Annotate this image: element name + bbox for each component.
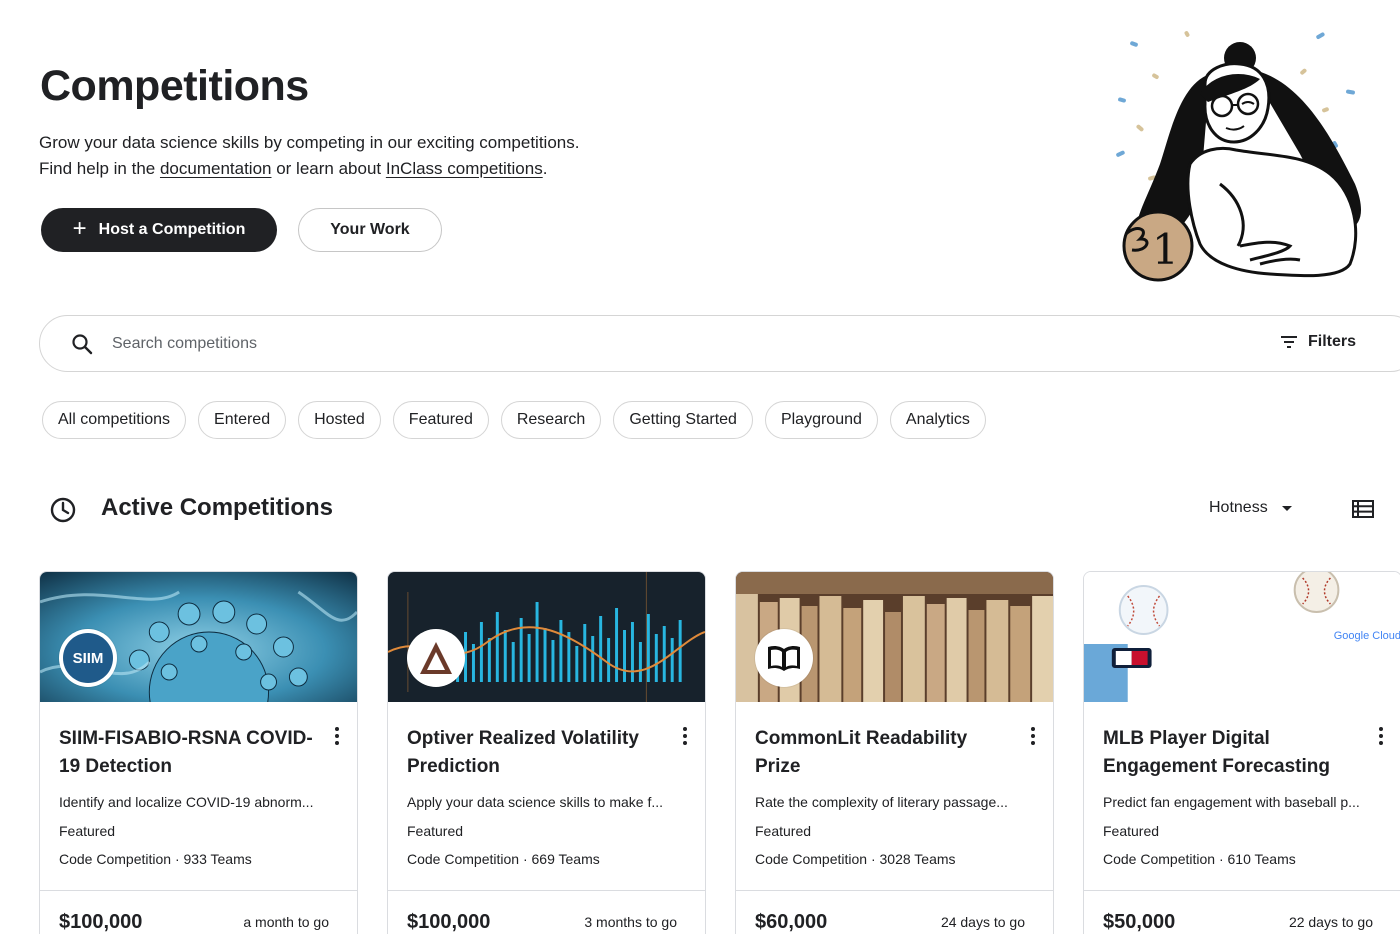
- card-title[interactable]: MLB Player Digital Engagement Forecastin…: [1103, 725, 1363, 781]
- card-divider: [388, 890, 705, 891]
- plus-icon: +: [72, 215, 87, 242]
- caret-down-icon: [1281, 505, 1292, 511]
- section-title: Active Competitions: [101, 494, 334, 521]
- card-meta: Code Competition · 669 Teams: [407, 851, 600, 867]
- filters-button[interactable]: Filters: [1280, 333, 1356, 351]
- card-category: Featured: [59, 823, 116, 839]
- competitor-illustration: 1: [1116, 31, 1362, 282]
- more-options-icon[interactable]: [681, 727, 689, 745]
- competition-card[interactable]: Google Cloud MLB Player Digital Engageme…: [1083, 571, 1400, 934]
- card-deadline: a month to go: [243, 914, 329, 930]
- search-input[interactable]: Search competitions: [112, 335, 257, 353]
- inclass-competitions-link[interactable]: InClass competitions: [386, 159, 543, 178]
- page-description: Grow your data science skills by competi…: [39, 130, 579, 182]
- chip-featured[interactable]: Featured: [392, 401, 489, 439]
- medal-number: 1: [1152, 225, 1179, 274]
- card-divider: [1084, 890, 1400, 891]
- baseball-right: [1293, 572, 1340, 613]
- more-options-icon[interactable]: [1377, 727, 1385, 745]
- card-divider: [736, 890, 1053, 891]
- competition-card[interactable]: Optiver Realized Volatility Prediction A…: [387, 571, 706, 934]
- card-deadline: 22 days to go: [1288, 914, 1373, 930]
- competition-logo: [407, 629, 465, 687]
- card-description: Identify and localize COVID-19 abnorm...: [59, 794, 314, 810]
- filter-icon: [1281, 336, 1297, 348]
- card-category: Featured: [407, 823, 464, 839]
- card-prize: $50,000: [1103, 911, 1176, 933]
- chip-research[interactable]: Research: [500, 401, 602, 439]
- siim-logo: SIIM: [63, 633, 113, 683]
- description-line-1: Grow your data science skills by competi…: [39, 133, 580, 152]
- card-title[interactable]: CommonLit Readability Prize: [755, 725, 1015, 781]
- sort-dropdown[interactable]: Hotness: [1209, 499, 1292, 517]
- description-line-2: Find help in the documentation or learn …: [39, 156, 579, 182]
- clock-icon: [50, 497, 76, 523]
- list-view-icon[interactable]: [1352, 500, 1374, 518]
- chip-analytics[interactable]: Analytics: [889, 401, 986, 439]
- optiver-delta-icon: [420, 642, 452, 674]
- card-meta: Code Competition · 3028 Teams: [755, 851, 956, 867]
- chip-entered[interactable]: Entered: [198, 401, 287, 439]
- more-options-icon[interactable]: [1029, 727, 1037, 745]
- your-work-button[interactable]: Your Work: [298, 208, 442, 252]
- chip-hosted[interactable]: Hosted: [298, 401, 381, 439]
- search-icon: [72, 334, 93, 355]
- book-icon: [768, 645, 800, 671]
- competition-card[interactable]: CommonLit Readability Prize Rate the com…: [735, 571, 1054, 934]
- card-divider: [40, 890, 357, 891]
- card-deadline: 24 days to go: [940, 914, 1025, 930]
- description-suffix: .: [542, 159, 548, 178]
- chip-all-competitions[interactable]: All competitions: [42, 401, 187, 439]
- card-description: Predict fan engagement with baseball p..…: [1103, 794, 1360, 810]
- category-chips: All competitions Entered Hosted Featured…: [42, 401, 986, 439]
- description-mid: or learn about: [271, 159, 386, 178]
- card-meta: Code Competition · 933 Teams: [59, 851, 252, 867]
- card-description: Apply your data science skills to make f…: [407, 794, 663, 810]
- page-title: Competitions: [40, 62, 309, 110]
- card-category: Featured: [755, 823, 812, 839]
- card-meta: Code Competition · 610 Teams: [1103, 851, 1296, 867]
- search-bar[interactable]: Search competitions Filters: [39, 315, 1400, 372]
- baseball-left: [1118, 585, 1169, 635]
- card-prize: $100,000: [407, 911, 491, 933]
- card-deadline: 3 months to go: [584, 914, 677, 930]
- card-category: Featured: [1103, 823, 1160, 839]
- card-title[interactable]: SIIM-FISABIO-RSNA COVID-19 Detection: [59, 725, 319, 781]
- card-prize: $100,000: [59, 911, 143, 933]
- chip-getting-started[interactable]: Getting Started: [613, 401, 753, 439]
- competition-logo: SIIM: [59, 629, 117, 687]
- card-prize: $60,000: [755, 911, 828, 933]
- logo-text: SIIM: [72, 649, 104, 667]
- host-competition-label: Host a Competition: [98, 221, 246, 238]
- competition-card[interactable]: SIIM SIIM-FISABIO-RSNA COVID-19 Detectio…: [39, 571, 358, 934]
- filters-label: Filters: [1308, 333, 1357, 350]
- card-title[interactable]: Optiver Realized Volatility Prediction: [407, 725, 667, 781]
- documentation-link[interactable]: documentation: [160, 159, 272, 178]
- sponsor-logo: Google Cloud: [1333, 630, 1400, 642]
- sort-label: Hotness: [1209, 499, 1268, 516]
- your-work-label: Your Work: [330, 221, 410, 238]
- chip-playground[interactable]: Playground: [764, 401, 878, 439]
- card-description: Rate the complexity of literary passage.…: [755, 794, 1008, 810]
- commonlit-logo: [759, 633, 809, 683]
- optiver-logo: [411, 633, 461, 683]
- host-competition-button[interactable]: + Host a Competition: [41, 208, 277, 252]
- description-prefix: Find help in the: [39, 159, 160, 178]
- competition-logo: [755, 629, 813, 687]
- more-options-icon[interactable]: [333, 727, 341, 745]
